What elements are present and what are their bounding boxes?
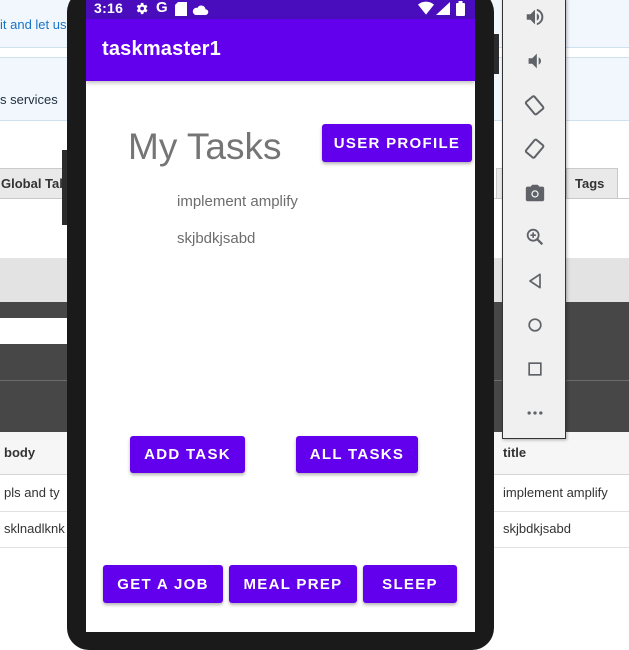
sleep-button[interactable]: SLEEP xyxy=(363,565,457,603)
rotate-right-icon[interactable] xyxy=(521,135,549,163)
cloud-icon xyxy=(192,3,209,19)
info-banner-link[interactable]: it and let us xyxy=(0,17,67,32)
settings-icon xyxy=(134,1,149,19)
tab-tags[interactable]: Tags xyxy=(566,168,618,198)
volume-up-icon[interactable] xyxy=(521,3,549,31)
more-icon[interactable] xyxy=(521,399,549,427)
meal-prep-button[interactable]: MEAL PREP xyxy=(229,565,357,603)
status-time: 3:16 xyxy=(94,0,124,16)
signal-icon xyxy=(436,2,450,18)
status-bar: 3:16 G xyxy=(86,0,475,19)
phone-volume-button[interactable] xyxy=(494,34,499,74)
cell-body: pls and ty xyxy=(4,485,60,500)
back-icon[interactable] xyxy=(521,267,549,295)
task-item[interactable]: implement amplify xyxy=(177,193,298,210)
zoom-icon[interactable] xyxy=(521,223,549,251)
google-icon: G xyxy=(156,0,168,16)
services-banner-text: s services xyxy=(0,92,58,107)
home-icon[interactable] xyxy=(521,311,549,339)
battery-icon xyxy=(456,1,465,19)
overview-icon[interactable] xyxy=(521,355,549,383)
page-title: My Tasks xyxy=(128,126,282,167)
get-a-job-button[interactable]: GET A JOB xyxy=(103,565,223,603)
column-header-body[interactable]: body xyxy=(4,445,35,460)
cell-title: skjbdkjsabd xyxy=(503,521,571,536)
user-profile-button[interactable]: USER PROFILE xyxy=(322,124,472,162)
column-header-title[interactable]: title xyxy=(503,445,526,460)
volume-down-icon[interactable] xyxy=(521,47,549,75)
wifi-icon xyxy=(418,1,434,18)
add-task-button[interactable]: ADD TASK xyxy=(130,436,245,473)
sd-card-icon xyxy=(175,2,187,19)
phone-screen: 3:16 G taskmaster1 My Tasks USER PROFILE… xyxy=(86,0,475,632)
camera-icon[interactable] xyxy=(521,179,549,207)
app-title: taskmaster1 xyxy=(102,38,221,60)
emulator-toolbar xyxy=(502,0,566,439)
cell-body: sklnadlknk xyxy=(4,521,65,536)
app-bar: taskmaster1 xyxy=(86,19,475,81)
all-tasks-button[interactable]: ALL TASKS xyxy=(296,436,418,473)
phone-side-button[interactable] xyxy=(62,150,67,225)
task-item[interactable]: skjbdkjsabd xyxy=(177,230,255,247)
cell-title: implement amplify xyxy=(503,485,608,500)
rotate-left-icon[interactable] xyxy=(521,91,549,119)
